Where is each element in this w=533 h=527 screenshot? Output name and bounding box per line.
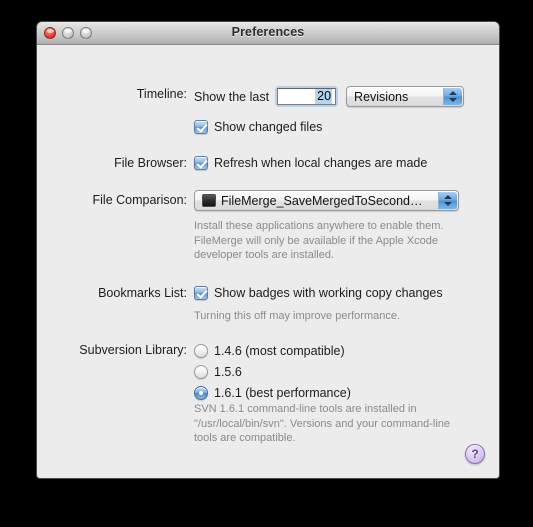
- file-browser-row: File Browser: Refresh when local changes…: [37, 155, 427, 171]
- chevron-up-icon: [449, 91, 458, 95]
- timeline-row: Timeline: Show the last 20 Revisions: [37, 86, 465, 107]
- checkbox-checked-icon: [194, 120, 208, 134]
- file-comparison-hint: Install these applications anywhere to e…: [194, 220, 444, 261]
- window-titlebar[interactable]: Preferences: [37, 22, 499, 45]
- timeline-count-input[interactable]: 20: [277, 88, 337, 105]
- bookmarks-list-label: Bookmarks List:: [98, 286, 187, 300]
- timeline-unit-popup[interactable]: Revisions: [346, 86, 465, 107]
- window-title: Preferences: [231, 25, 305, 39]
- chevron-up-icon: [444, 195, 452, 199]
- file-comparison-controls: FileMerge_SaveMergedToSecond…: [194, 190, 459, 211]
- file-comparison-value: FileMerge_SaveMergedToSecond…: [221, 193, 423, 208]
- subversion-library-label: Subversion Library:: [79, 343, 187, 357]
- stepper-arrows-icon[interactable]: [443, 88, 463, 105]
- radio-selected-icon: [194, 385, 208, 400]
- radio-label-1.6.1: 1.6.1 (best performance): [214, 385, 351, 400]
- subversion-library-hint: SVN 1.6.1 command-line tools are install…: [194, 403, 451, 444]
- stepper-arrows-icon[interactable]: [438, 192, 457, 209]
- chevron-down-icon: [444, 202, 452, 206]
- timeline-unit-value: Revisions: [354, 89, 409, 104]
- bookmarks-list-hint: Turning this off may improve performance…: [194, 310, 401, 322]
- file-comparison-row: File Comparison: FileMerge_SaveMergedToS…: [37, 190, 459, 211]
- preferences-pane: Timeline: Show the last 20 Revisions Sho…: [37, 45, 499, 478]
- subversion-library-radio-group: 1.4.6 (most compatible) 1.5.6 1.6.1 (bes…: [194, 340, 351, 403]
- file-browser-label: File Browser:: [114, 156, 187, 170]
- bookmarks-list-row: Bookmarks List: Show badges with working…: [37, 285, 443, 301]
- checkbox-checked-icon: [194, 156, 208, 170]
- timeline-count-field-focusring: 20: [275, 86, 339, 107]
- show-changed-files-checkbox[interactable]: Show changed files: [194, 119, 322, 135]
- refresh-on-local-changes-label: Refresh when local changes are made: [214, 156, 428, 170]
- timeline-count-value: 20: [315, 89, 333, 104]
- refresh-on-local-changes-checkbox[interactable]: Refresh when local changes are made: [194, 155, 427, 171]
- radio-option-1.5.6[interactable]: 1.5.6: [194, 361, 351, 382]
- timeline-prefix-text: Show the last: [194, 89, 270, 104]
- preferences-window: Preferences Timeline: Show the last 20 R…: [36, 21, 500, 479]
- checkbox-checked-icon: [194, 286, 208, 300]
- show-badges-label: Show badges with working copy changes: [214, 286, 443, 300]
- timeline-changed-files-row: Show changed files: [37, 119, 322, 135]
- show-changed-files-label: Show changed files: [214, 120, 323, 134]
- file-comparison-label: File Comparison:: [92, 193, 187, 207]
- subversion-library-row: Subversion Library: 1.4.6 (most compatib…: [37, 340, 351, 403]
- radio-option-1.6.1[interactable]: 1.6.1 (best performance): [194, 382, 351, 403]
- radio-option-1.4.6[interactable]: 1.4.6 (most compatible): [194, 340, 351, 361]
- radio-label-1.4.6: 1.4.6 (most compatible): [214, 343, 345, 358]
- timeline-controls: Show the last 20 Revisions: [194, 86, 465, 107]
- radio-unselected-icon: [194, 343, 208, 358]
- file-comparison-popup[interactable]: FileMerge_SaveMergedToSecond…: [194, 190, 459, 211]
- help-button[interactable]: ?: [465, 444, 485, 464]
- chevron-down-icon: [449, 98, 458, 102]
- app-icon: [202, 194, 216, 207]
- timeline-label: Timeline:: [136, 87, 187, 101]
- radio-unselected-icon: [194, 364, 208, 379]
- show-badges-checkbox[interactable]: Show badges with working copy changes: [194, 285, 443, 301]
- radio-label-1.5.6: 1.5.6: [214, 364, 242, 379]
